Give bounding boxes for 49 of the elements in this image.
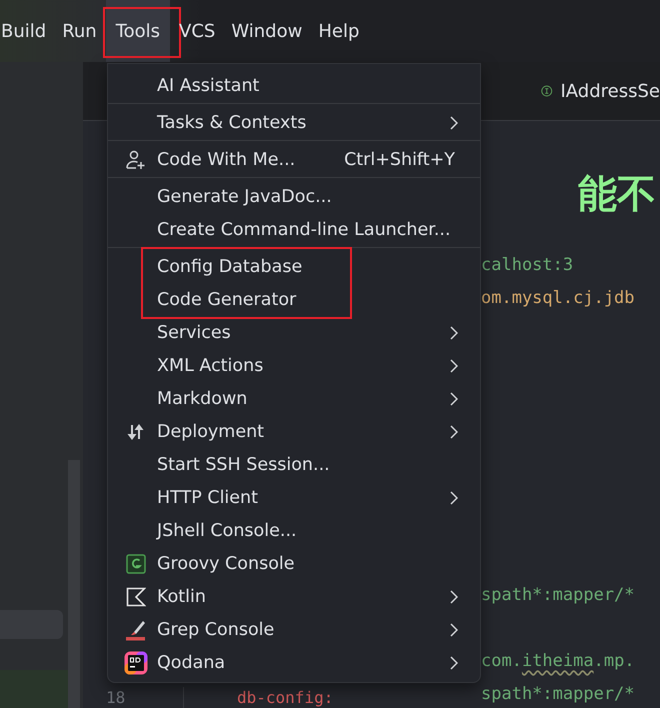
code-text: spath*:mapper/* [481, 684, 635, 704]
person-add-icon [124, 148, 146, 170]
chevron-right-icon [450, 326, 458, 340]
menu-item[interactable]: Create Command-line Launcher... [108, 213, 480, 246]
chevron-right-icon [450, 424, 458, 438]
menu-item[interactable]: Start SSH Session... [108, 448, 480, 481]
menu-item[interactable]: Kotlin [108, 580, 480, 613]
menu-bar-item[interactable]: Run [55, 0, 104, 62]
code-text: spath*:mapper/* [481, 585, 635, 605]
menu-item[interactable]: Config Database [108, 250, 480, 283]
qodana-icon [124, 650, 148, 674]
chevron-right-icon [450, 590, 458, 604]
groovy-icon [126, 554, 146, 574]
kotlin-icon [126, 586, 146, 606]
menu-item[interactable]: Deployment [108, 415, 480, 448]
code-text: om.mysql.cj.jdb [481, 288, 635, 308]
code-text: db-config: [237, 690, 334, 706]
menu-item[interactable]: Code With Me... Ctrl+Shift+Y [108, 143, 480, 176]
editor-tab[interactable]: IAddressSe [541, 62, 660, 120]
shortcut-text: Ctrl+Shift+Y [344, 150, 455, 170]
menu-item[interactable]: Services [108, 316, 480, 349]
chevron-right-icon [450, 116, 458, 130]
menu-item[interactable]: Generate JavaDoc... [108, 180, 480, 213]
menu-item[interactable]: AI Assistant [108, 69, 480, 102]
chevron-right-icon [450, 358, 458, 372]
menu-item[interactable]: JShell Console... [108, 514, 480, 547]
menu-item[interactable]: Groovy Console [108, 547, 480, 580]
menu-bar-item[interactable]: Help [311, 0, 366, 62]
menu-bar-item[interactable]: Window [224, 0, 310, 62]
marker-icon [124, 618, 146, 640]
chevron-right-icon [450, 656, 458, 670]
chevron-right-icon [450, 392, 458, 406]
chevron-right-icon [450, 622, 458, 636]
code-text: com.itheima.mp. [481, 651, 635, 671]
menu-item[interactable]: HTTP Client [108, 481, 480, 514]
menu-item[interactable]: Code Generator [108, 283, 480, 316]
menu-bar-item[interactable]: Tools [106, 0, 170, 62]
tab-label: IAddressSe [560, 80, 660, 102]
menu-item[interactable]: Qodana [108, 646, 480, 679]
menu-item[interactable]: Grep Console [108, 613, 480, 646]
menu-bar-item[interactable]: Build [0, 0, 54, 62]
line-number: 18 [106, 690, 126, 706]
menu-item[interactable]: Markdown [108, 382, 480, 415]
menu-item[interactable]: XML Actions [108, 349, 480, 382]
overlay-caption: 能不 [578, 174, 656, 217]
menu-item[interactable]: Tasks & Contexts [108, 106, 480, 139]
up-down-arrows-icon [124, 422, 146, 442]
chevron-right-icon [450, 490, 458, 504]
code-text: calhost:3 [481, 255, 574, 275]
